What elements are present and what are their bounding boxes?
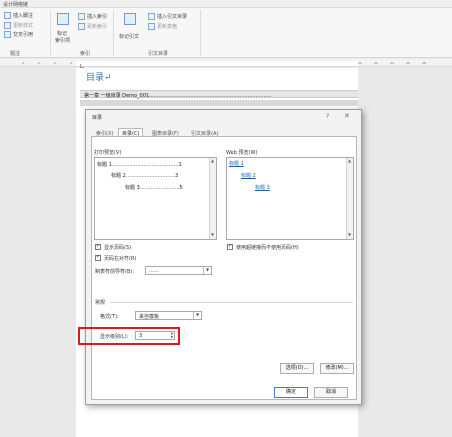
ok-button[interactable]: 确定 [274,387,308,398]
web-link-heading-3[interactable]: 标题 3 [255,184,270,191]
preview-heading-1: 标题 1....................................… [97,162,182,168]
chevron-down-icon[interactable]: ▼ [193,312,201,319]
cancel-button[interactable]: 取消 [314,387,348,398]
general-divider [110,302,353,303]
toc-entry-text: 第一章 一级目录 Demo_001.......................… [84,93,272,99]
update-index-icon [78,23,85,30]
mark-citation-button[interactable]: 标记引文 [119,33,139,40]
ribbon-separator [50,10,51,56]
citation-icon [148,13,155,20]
mark-entry-button-label2[interactable]: 索引项 [55,37,70,44]
ruler-tick: 48 [422,61,426,65]
crossref-icon [4,31,11,38]
print-preview-box: 标题 1....................................… [94,157,217,240]
print-preview-label: 打印预览(V) [94,150,122,156]
ruler-tick: 4 [22,61,24,65]
scroll-down-icon[interactable]: ▼ [348,232,351,237]
ribbon: 设计网络链 插入脚注 更新样式 交叉引用 题注 标记 索引项 插入索引 更新索引… [0,0,452,58]
dialog-title: 目录 [92,115,103,121]
print-preview-scrollbar[interactable]: ▲ ▼ [209,158,216,239]
show-page-numbers-label: 显示页码(S) [104,245,132,251]
web-preview-scrollbar[interactable]: ▲ ▼ [346,158,353,239]
right-align-checkbox[interactable] [95,254,101,261]
insert-index-button[interactable]: 插入索引 [87,13,107,20]
ruler-tick: 4 [70,61,72,65]
highlight-box [78,327,180,345]
scroll-up-icon[interactable]: ▲ [211,158,214,163]
right-align-label: 页码右对齐(R) [104,256,137,262]
ruler-tick: 2 [38,61,40,65]
ruler-tick: 44 [390,61,394,65]
ribbon-separator [200,10,201,56]
scroll-down-icon[interactable]: ▼ [211,232,214,237]
ruler-tick: 46 [406,61,410,65]
toc-heading[interactable]: 目录↵ [86,70,112,83]
ruler-tick: 2 [54,61,56,65]
general-section-label: 常规 [95,300,106,306]
group-label-index: 索引 [80,51,91,57]
mark-entry-icon [57,13,69,25]
preview-heading-3: 标题 3.........................5 [125,185,183,191]
toc-dialog: 目录 ? ✕ 索引(X) 目录(C) 图表目录(F) 引文目录(A) 打印预览(… [85,109,362,405]
scroll-up-icon[interactable]: ▲ [348,158,351,163]
insert-citation-table-button[interactable]: 插入引文目录 [157,13,187,20]
format-value: 来自模板 [139,314,160,320]
ruler-tick: 42 [374,61,378,65]
help-button[interactable]: ? [326,113,329,120]
toc-entry-field[interactable]: 第一章 一级目录 Demo_001.......................… [80,90,358,99]
ribbon-separator [113,10,114,56]
update-table-icon [148,23,155,30]
margin-corner-mark [80,64,84,68]
cross-reference-button[interactable]: 交叉引用 [13,31,33,38]
update-style-button[interactable]: 更新样式 [13,22,33,29]
preview-heading-2: 标题 2...............................3 [111,173,179,179]
format-select[interactable]: 来自模板 ▼ [135,311,202,320]
modify-button[interactable]: 修改(M)... [320,363,354,374]
index-icon [78,13,85,20]
mark-citation-icon [124,13,136,25]
web-preview-box: 标题 1 标题 2 标题 3 ▲ ▼ [226,157,354,240]
format-label: 格式(T): [100,314,119,320]
update-table-button[interactable]: 更新表格 [157,23,177,30]
tab-leader-select[interactable]: ...... ▼ [145,266,212,275]
ribbon-tab-label[interactable]: 设计网络链 [3,1,28,8]
ruler-tick: 40 [358,61,362,65]
use-hyperlinks-label: 使用超链接而不使用页码(H) [236,245,299,251]
group-label-captions: 题注 [10,51,21,57]
web-preview-label: Web 预览(W) [226,150,258,156]
update-icon [4,22,11,29]
update-index-button[interactable]: 更新索引 [87,23,107,30]
group-label-citations: 引文目录 [148,51,169,57]
ribbon-tab-row: 设计网络链 [0,0,452,8]
ruler-text-area [76,61,358,66]
tab-leader-value: ...... [149,268,159,274]
close-icon[interactable]: ✕ [344,112,350,120]
insert-footnote-button[interactable]: 插入脚注 [13,12,33,19]
chevron-down-icon[interactable]: ▼ [203,267,211,274]
use-hyperlinks-checkbox[interactable] [227,243,233,250]
mark-entry-button-label[interactable]: 标记 [57,30,67,37]
show-page-numbers-checkbox[interactable] [95,243,101,250]
options-button[interactable]: 选项(O)... [280,363,314,374]
tab-leader-label: 制表符前导符(B): [95,269,135,275]
footnote-icon [4,12,11,19]
web-link-heading-1[interactable]: 标题 1 [229,160,244,167]
web-link-heading-2[interactable]: 标题 2 [241,172,256,179]
tab-panel: 打印预览(V) 标题 1............................… [91,136,357,400]
toc-entry-field-2[interactable] [80,100,358,106]
